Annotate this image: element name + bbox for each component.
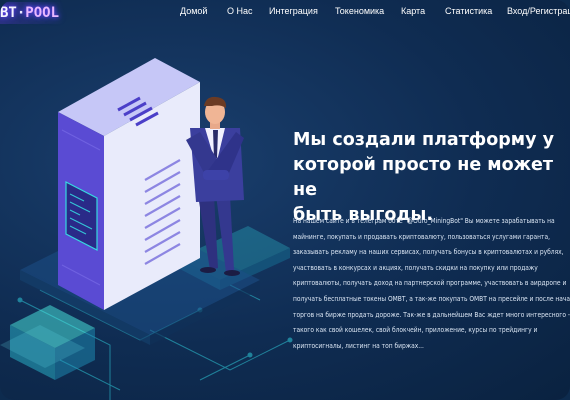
paragraph-line: такого как свой кошелек, свой блокчейн, …: [293, 326, 538, 335]
paragraph-line: получать бесплатные токены OMBT, а так-ж…: [293, 294, 570, 303]
hero-headline-line: Мы создали платформу у: [293, 130, 554, 150]
nav-item-home[interactable]: Домой: [180, 6, 207, 16]
paragraph-line: криптовалюты, получать доход на партнерс…: [293, 279, 567, 288]
logo-right: POOL: [25, 5, 60, 21]
nav-item-integration[interactable]: Интеграция: [269, 6, 318, 16]
paragraph-line: торгов на бирже продать дороже. Так-же в…: [293, 310, 570, 319]
nav-item-login[interactable]: Вход/Регистрация: [507, 6, 570, 16]
paragraph-line: криптосигналы, листинг на топ биржах...: [293, 341, 424, 350]
paragraph-line: заказывать рекламу на наших сервисах, по…: [293, 248, 564, 257]
top-nav: BT·POOL Домой О Нас Интеграция Токеномик…: [0, 0, 570, 26]
hero-headline: Мы создали платформу у которой просто не…: [293, 128, 570, 228]
paragraph-line: На нашем сайте и в телеграм боте "@Ouro_…: [293, 217, 555, 225]
nav-item-statistics[interactable]: Статистика: [445, 6, 492, 16]
nav-item-about[interactable]: О Нас: [227, 6, 253, 16]
logo-left: BT: [0, 5, 17, 21]
page: BT·POOL Домой О Нас Интеграция Токеномик…: [0, 0, 570, 400]
nav-item-map[interactable]: Карта: [401, 6, 425, 16]
nav-item-tokenomics[interactable]: Токеномика: [335, 6, 384, 16]
hero-headline-line: которой просто не может не: [293, 155, 554, 200]
paragraph-line: майнинге, покупать и продавать криптовал…: [293, 232, 551, 241]
glow-cube: [0, 305, 95, 380]
paragraph-line: участвовать в конкурсах и акциях, получа…: [293, 263, 538, 272]
logo[interactable]: BT·POOL: [0, 2, 64, 24]
hero-paragraph: На нашем сайте и в телеграм боте "@Ouro_…: [293, 214, 570, 354]
